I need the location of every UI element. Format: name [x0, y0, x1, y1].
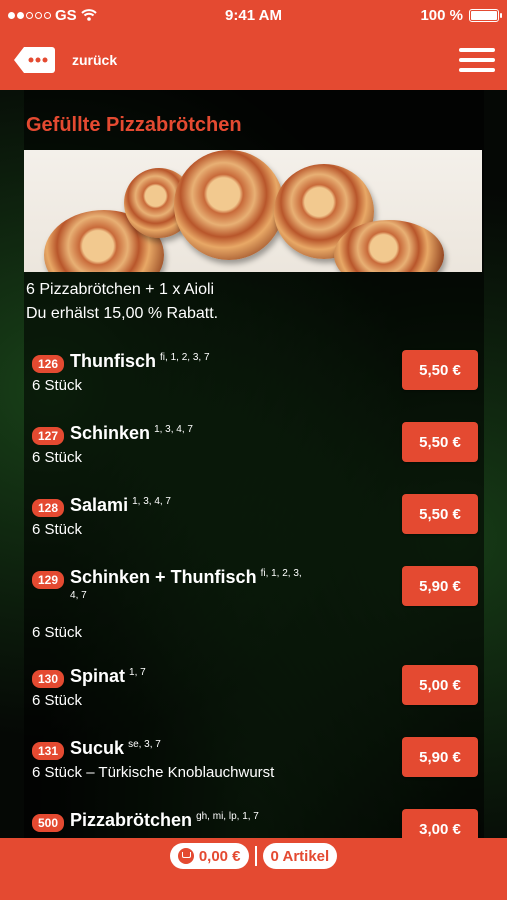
cart-icon [177, 848, 194, 864]
description-line: Du erhälst 15,00 % Rabatt. [26, 305, 219, 322]
clock: 9:41 AM [225, 6, 282, 24]
menu-item[interactable]: 130 Spinat 1, 7 6 Stück 5,00 € [24, 665, 484, 737]
item-allergens: fi, 1, 2, 3, 7 [160, 352, 210, 363]
back-label: zurück [72, 52, 118, 68]
add-to-cart-price-button[interactable]: 5,50 € [402, 422, 478, 462]
category-title: Gefüllte Pizzabrötchen [26, 114, 242, 136]
item-name: Sucuk [70, 738, 125, 758]
item-number-badge: 128 [32, 499, 65, 517]
item-allergens: se, 3, 7 [128, 739, 161, 750]
article-count-button[interactable]: 0 Artikel [262, 843, 338, 869]
item-number-badge: 500 [32, 814, 65, 832]
hamburger-menu-icon[interactable] [459, 45, 495, 75]
menu-item[interactable]: 127 Schinken 1, 3, 4, 7 6 Stück 5,50 € [24, 422, 484, 494]
add-to-cart-price-button[interactable]: 5,90 € [402, 566, 478, 606]
item-allergens: 1, 7 [129, 667, 146, 678]
item-subtitle: 6 Stück [32, 624, 83, 641]
item-number-badge: 129 [32, 571, 65, 589]
menu-item[interactable]: 128 Salami 1, 3, 4, 7 6 Stück 5,50 € [24, 494, 484, 566]
item-name: Schinken [70, 423, 151, 443]
carrier-label: GS [55, 6, 77, 24]
item-name: Salami [70, 495, 129, 515]
add-to-cart-price-button[interactable]: 5,50 € [402, 350, 478, 390]
item-name: Spinat [70, 666, 126, 686]
cart-total: 0,00 € [198, 847, 241, 865]
item-allergens: 1, 3, 4, 7 [132, 496, 171, 507]
item-number-badge: 127 [32, 427, 65, 445]
add-to-cart-price-button[interactable]: 5,90 € [402, 737, 478, 777]
menu-item[interactable]: 129 Schinken + Thunfisch fi, 1, 2, 3, 4, … [24, 566, 484, 665]
status-bar: GS 9:41 AM 100 % [0, 0, 507, 30]
article-count: 0 Artikel [270, 847, 330, 865]
item-allergens: gh, mi, lp, 1, 7 [196, 811, 259, 822]
add-to-cart-price-button[interactable]: 5,00 € [402, 665, 478, 705]
menu-item[interactable]: 500 Pizzabrötchen gh, mi, lp, 1, 7 3,00 € [24, 809, 484, 838]
back-button[interactable]: zurück [12, 45, 117, 75]
menu-item[interactable]: 131 Sucuk se, 3, 7 6 Stück – Türkische Kn… [24, 737, 484, 809]
battery-icon [469, 8, 502, 22]
category-description: 6 Pizzabrötchen + 1 x Aioli Du erhälst 1… [24, 272, 484, 350]
add-to-cart-price-button[interactable]: 3,00 € [402, 809, 478, 838]
item-name: Thunfisch [70, 351, 157, 371]
item-name: Pizzabrötchen [70, 810, 193, 830]
item-allergens: 1, 3, 4, 7 [154, 424, 193, 435]
item-number-badge: 130 [32, 670, 65, 688]
footer-divider [254, 846, 257, 866]
item-number-badge: 126 [32, 355, 65, 373]
menu-item[interactable]: 126 Thunfisch fi, 1, 2, 3, 7 6 Stück 5,50… [24, 350, 484, 422]
add-to-cart-price-button[interactable]: 5,50 € [402, 494, 478, 534]
cart-total-button[interactable]: 0,00 € [169, 843, 249, 869]
cart-footer: 0,00 € 0 Artikel [0, 838, 507, 900]
more-dots-tag-icon [14, 47, 55, 73]
description-line: 6 Pizzabrötchen + 1 x Aioli [26, 281, 215, 298]
item-name: Schinken + Thunfisch [70, 567, 257, 587]
wifi-icon [80, 9, 97, 21]
battery-label: 100 % [420, 6, 463, 24]
nav-bar: zurück [0, 30, 507, 90]
category-image [24, 150, 482, 272]
item-number-badge: 131 [32, 742, 65, 760]
signal-strength-icon [8, 11, 51, 19]
menu-content[interactable]: Gefüllte Pizzabrötchen 6 Pizzabrötchen +… [24, 90, 484, 838]
